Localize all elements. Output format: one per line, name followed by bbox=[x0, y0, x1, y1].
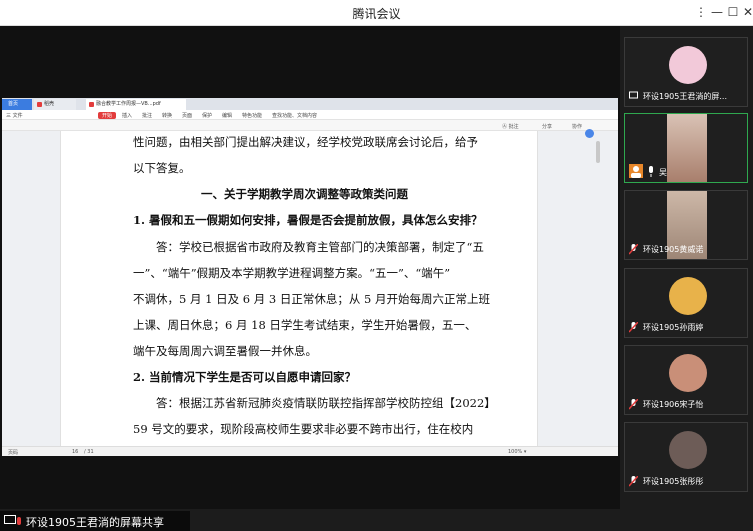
participant-name: 吴 bbox=[659, 168, 667, 177]
main-stage: 首页 稻壳 融合教学工作周报—VB...pdf 三 文件 开始 插入 批注 转换… bbox=[0, 26, 620, 531]
doc-line: 上课、周日休息；6 月 18 日学生考试结束，学生开始暑假，五一、 bbox=[133, 318, 477, 332]
menu-annotate[interactable]: 批注 bbox=[142, 112, 152, 119]
maximize-button[interactable]: ☐ bbox=[725, 4, 741, 20]
screen-share-label-bar: 环设1905王君淌的屏幕共享 bbox=[0, 511, 190, 531]
tab-pdf-label: 融合教学工作周报—VB...pdf bbox=[96, 101, 161, 107]
participant-name: 环设1905张彤彤 bbox=[643, 477, 704, 486]
minimize-button[interactable]: — bbox=[709, 4, 725, 20]
screen-share-label: 环设1905王君淌的屏幕共享 bbox=[26, 516, 164, 529]
avatar bbox=[669, 431, 707, 469]
doc-line: 端午及每周周六调至暑假一并休息。 bbox=[133, 344, 317, 358]
menu-features[interactable]: 特色功能 bbox=[242, 112, 262, 119]
doc-line: 答：学校已根据省市政府及教育主管部门的决策部署，制定了“五 bbox=[156, 240, 484, 254]
comment-button[interactable]: Ⓐ 批注 bbox=[502, 123, 519, 130]
close-button[interactable]: ✕ bbox=[740, 4, 753, 20]
avatar bbox=[669, 277, 707, 315]
user-icon bbox=[629, 164, 643, 178]
page-total: / 31 bbox=[84, 449, 94, 455]
window-title: 腾讯会议 bbox=[352, 7, 401, 21]
question-heading: 2. 当前情况下学生是否可以自愿申请回家？ bbox=[133, 370, 357, 384]
doc-line: 以下答复。 bbox=[133, 161, 191, 175]
participant-name: 环设1905黄威诺 bbox=[643, 245, 704, 254]
pdf-icon bbox=[89, 102, 94, 107]
wps-tab-bar: 首页 稻壳 融合教学工作周报—VB...pdf bbox=[2, 98, 618, 110]
participant-name: 环设1905王君淌的屏... bbox=[643, 92, 727, 101]
more-icon[interactable]: ⋮ bbox=[693, 4, 709, 20]
participant-tile[interactable]: 环设1905王君淌的屏... bbox=[624, 37, 748, 107]
participant-name: 环设1906宋子怡 bbox=[643, 400, 704, 409]
participant-tile[interactable]: 吴 bbox=[624, 113, 748, 183]
doc-line: 不调休，5 月 1 日及 6 月 3 日正常休息；从 5 月开始每周六正常上班 bbox=[133, 292, 490, 306]
question-heading: 1. 暑假和五一假期如何安排，暑假是否会提前放假，具体怎么安排？ bbox=[133, 213, 483, 227]
doc-line: 性问题，由相关部门提出解决建议，经学校党政联席会讨论后，给予 bbox=[133, 135, 478, 149]
page-number[interactable]: 16 bbox=[72, 449, 78, 455]
zoom-level[interactable]: 100% ▾ bbox=[508, 449, 526, 455]
avatar bbox=[669, 46, 707, 84]
participant-tile[interactable]: 环设1905黄威诺 bbox=[624, 190, 748, 260]
menu-insert[interactable]: 插入 bbox=[122, 112, 132, 119]
participant-name: 环设1905孙雨婷 bbox=[643, 323, 704, 332]
participant-video bbox=[667, 114, 707, 182]
avatar bbox=[669, 354, 707, 392]
wps-toolbar: Ⓐ 批注 分享 协作 bbox=[2, 120, 618, 131]
document-area[interactable]: 性问题，由相关部门提出解决建议，经学校党政联席会讨论后，给予 以下答复。 一、关… bbox=[2, 129, 618, 446]
vertical-scrollbar[interactable] bbox=[596, 141, 600, 163]
participant-tile[interactable]: 环设1905张彤彤 bbox=[624, 422, 748, 492]
docer-icon bbox=[37, 102, 42, 107]
microphone-muted-icon bbox=[629, 399, 638, 410]
tab-docer-label: 稻壳 bbox=[44, 101, 55, 107]
tab-docer[interactable]: 稻壳 bbox=[34, 99, 76, 110]
tab-pdf[interactable]: 融合教学工作周报—VB...pdf bbox=[86, 99, 186, 110]
menu-file[interactable]: 三 文件 bbox=[6, 112, 23, 119]
wps-menu-bar: 三 文件 开始 插入 批注 转换 页面 保护 编辑 特色功能 查找功能、文档内容 bbox=[2, 110, 618, 120]
menu-edit[interactable]: 编辑 bbox=[222, 112, 232, 119]
shared-screen: 首页 稻壳 融合教学工作周报—VB...pdf 三 文件 开始 插入 批注 转换… bbox=[2, 98, 618, 456]
doc-line: 一”、“端午”假期及本学期教学进程调整方案。“五一”、“端午” bbox=[133, 266, 451, 280]
screen-share-icon bbox=[4, 515, 21, 525]
page-label: 页码 bbox=[8, 450, 19, 456]
menu-start[interactable]: 开始 bbox=[98, 112, 117, 119]
menu-protect[interactable]: 保护 bbox=[202, 112, 212, 119]
menu-page[interactable]: 页面 bbox=[182, 112, 192, 119]
doc-line: 答：根据江苏省新冠肺炎疫情联防联控指挥部学校防控组【2022】 bbox=[156, 396, 496, 410]
microphone-muted-icon bbox=[629, 244, 638, 255]
document-page: 性问题，由相关部门提出解决建议，经学校党政联席会讨论后，给予 以下答复。 一、关… bbox=[60, 131, 538, 446]
sidebar-tool-icon[interactable] bbox=[585, 129, 594, 138]
microphone-icon bbox=[649, 166, 653, 177]
doc-line: 59 号文的要求，现阶段高校师生要求非必要不跨市出行，住在校内 bbox=[133, 422, 474, 436]
wps-status-bar: 页码 16 / 31 100% ▾ bbox=[2, 446, 618, 456]
screen-share-icon bbox=[629, 91, 638, 99]
menu-search[interactable]: 查找功能、文档内容 bbox=[272, 112, 317, 119]
section-heading: 一、关于学期教学周次调整等政策类问题 bbox=[201, 187, 408, 201]
menu-convert[interactable]: 转换 bbox=[162, 112, 172, 119]
microphone-muted-icon bbox=[629, 476, 638, 487]
title-bar: 腾讯会议 ⋮ — ☐ ✕ bbox=[0, 0, 753, 26]
microphone-muted-icon bbox=[629, 322, 638, 333]
share-button[interactable]: 分享 bbox=[542, 123, 552, 130]
collab-button[interactable]: 协作 bbox=[572, 123, 582, 130]
participant-tile[interactable]: 环设1905孙雨婷 bbox=[624, 268, 748, 338]
participant-tile[interactable]: 环设1906宋子怡 bbox=[624, 345, 748, 415]
tab-home[interactable]: 首页 bbox=[2, 99, 32, 110]
